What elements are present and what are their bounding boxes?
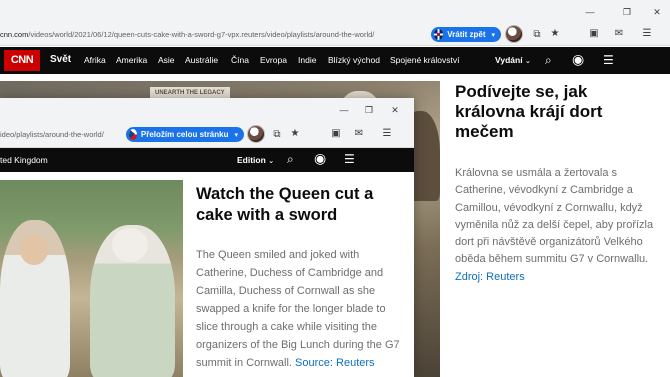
url-field[interactable]: ideo/playlists/around-the-world/: [0, 130, 104, 139]
mail-icon[interactable]: ✉: [352, 128, 366, 140]
nav-item-europe[interactable]: Evropa: [260, 55, 287, 65]
minimize-button[interactable]: —: [337, 104, 351, 116]
mail-icon[interactable]: ✉: [612, 28, 626, 40]
dropdown-caret-icon: ▾: [491, 31, 495, 39]
title-bar: — ❐ ✕: [0, 0, 670, 24]
extension-icon[interactable]: ⧉: [270, 129, 284, 141]
chevron-down-icon: ⌄: [524, 58, 531, 65]
restore-button[interactable]: ❐: [620, 6, 634, 18]
browser-window-english: — ❐ ✕ ideo/playlists/around-the-world/ P…: [0, 98, 414, 377]
avatar[interactable]: [505, 25, 523, 43]
photo-figure: [20, 235, 48, 265]
close-button[interactable]: ✕: [388, 104, 402, 116]
minimize-button[interactable]: —: [583, 6, 597, 18]
edition-dropdown[interactable]: Vydání ⌄: [495, 55, 531, 65]
account-icon[interactable]: ◉: [572, 52, 584, 66]
title-bar: — ❐ ✕: [0, 98, 414, 122]
cnn-logo[interactable]: CNN: [4, 50, 40, 71]
article-body-text: Královna se usmála a žertovala s Catheri…: [455, 167, 654, 266]
article-body: The Queen smiled and joked with Catherin…: [196, 246, 406, 372]
menu-icon[interactable]: ☰: [380, 128, 394, 140]
star-icon[interactable]: ★: [288, 128, 302, 140]
translate-revert-label: Vrátit zpět: [447, 30, 486, 39]
translate-revert-button[interactable]: Vrátit zpět ▾: [431, 27, 501, 42]
article-title: Podívejte se, jak královna krájí dort me…: [455, 82, 603, 141]
nav-item-americas[interactable]: Amerika: [116, 55, 147, 65]
nav-item-uk[interactable]: Spojené království: [390, 55, 459, 65]
tab-search-icon[interactable]: ▣: [329, 128, 343, 140]
url-host: cnn.com: [0, 30, 29, 39]
nav-item-middle-east[interactable]: Blízký východ: [328, 55, 380, 65]
chevron-down-icon: ⌄: [268, 158, 275, 165]
edition-label: Vydání: [495, 55, 523, 65]
cz-flag-icon: [129, 129, 137, 140]
edition-dropdown[interactable]: Edition ⌄: [237, 155, 274, 165]
address-bar[interactable]: cnn.com/videos/world/2021/06/12/queen-cu…: [0, 24, 670, 46]
translate-page-button[interactable]: Přeložím celou stránku ▾: [126, 127, 244, 142]
avatar[interactable]: [247, 125, 265, 143]
close-button[interactable]: ✕: [650, 6, 664, 18]
edition-label: Edition: [237, 155, 266, 165]
address-bar[interactable]: ideo/playlists/around-the-world/ Přeloží…: [0, 122, 414, 148]
tab-search-icon[interactable]: ▣: [587, 28, 601, 40]
search-icon[interactable]: ⌕: [545, 54, 552, 66]
photo-figure: [112, 228, 148, 262]
translate-page-label: Přeložím celou stránku: [140, 130, 229, 139]
cnn-navigation: ted Kingdom Edition ⌄ ⌕ ◉ ☰: [0, 148, 414, 172]
dropdown-caret-icon: ▾: [234, 131, 238, 139]
hamburger-menu-icon[interactable]: ☰: [344, 153, 355, 165]
restore-button[interactable]: ❐: [362, 104, 376, 116]
uk-flag-icon: [434, 29, 444, 40]
nav-item-australia[interactable]: Austrálie: [185, 55, 218, 65]
extension-icon[interactable]: ⧉: [530, 29, 544, 41]
cnn-navigation: CNN Svět Afrika Amerika Asie Austrálie Č…: [0, 47, 670, 74]
article-body: Královna se usmála a žertovala s Catheri…: [455, 165, 660, 286]
star-icon[interactable]: ★: [548, 28, 562, 40]
article-body-tail: Cornwall.: [246, 357, 292, 369]
menu-icon[interactable]: ☰: [640, 28, 654, 40]
nav-item-china[interactable]: Čína: [231, 55, 249, 65]
nav-item-africa[interactable]: Afrika: [84, 55, 106, 65]
hamburger-menu-icon[interactable]: ☰: [603, 54, 614, 66]
search-icon[interactable]: ⌕: [287, 153, 294, 165]
nav-item-uk[interactable]: ted Kingdom: [0, 155, 48, 165]
nav-item-asia[interactable]: Asie: [158, 55, 175, 65]
source-link[interactable]: Zdroj: Reuters: [455, 271, 525, 283]
nav-item-india[interactable]: Indie: [298, 55, 316, 65]
url-field[interactable]: cnn.com/videos/world/2021/06/12/queen-cu…: [0, 30, 374, 39]
account-icon[interactable]: ◉: [314, 151, 326, 165]
url-path: /videos/world/2021/06/12/queen-cuts-cake…: [28, 30, 375, 39]
hero-video-thumbnail[interactable]: [0, 180, 183, 377]
source-link[interactable]: Source: Reuters: [295, 357, 374, 369]
nav-section-world[interactable]: Svět: [50, 54, 71, 65]
article-body-text: The Queen smiled and joked with Catherin…: [196, 249, 400, 369]
article-title: Watch the Queen cut a cake with a sword: [196, 185, 374, 224]
